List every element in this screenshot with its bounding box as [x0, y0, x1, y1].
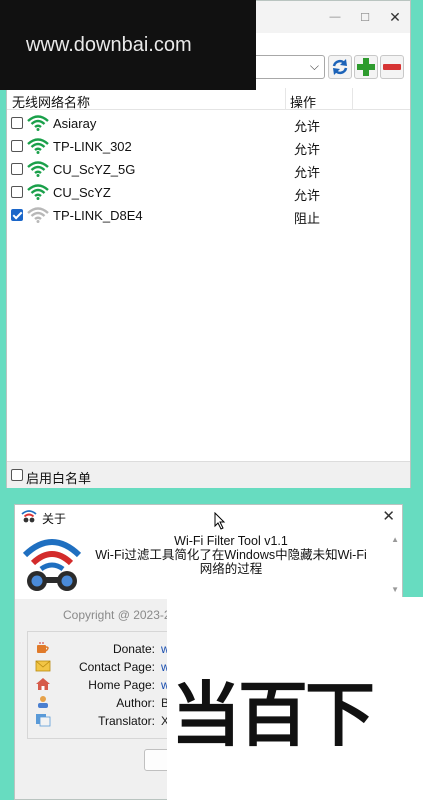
network-row[interactable]: TP-LINK_D8E4 阻止 — [7, 204, 410, 227]
close-button[interactable]: ✕ — [380, 1, 410, 33]
author-label: Author: — [116, 696, 155, 710]
app-logo-icon — [22, 539, 82, 591]
network-row[interactable]: Asiaray 允许 — [7, 112, 410, 135]
list-header: 无线网络名称 操作 — [7, 88, 410, 110]
overlay-watermark: 当百下 — [167, 597, 423, 800]
adapter-select[interactable]: ⌵ — [253, 55, 325, 79]
refresh-button[interactable] — [328, 55, 352, 79]
whitelist-checkbox[interactable] — [11, 469, 23, 481]
network-row[interactable]: CU_ScYZ 允许 — [7, 181, 410, 204]
about-titlebar: 关于 ✕ — [15, 505, 402, 529]
about-title: 关于 — [42, 512, 67, 526]
minimize-button[interactable]: — — [320, 1, 350, 33]
chevron-down-icon: ⌵ — [309, 59, 319, 73]
row-checkbox[interactable] — [11, 186, 23, 198]
about-close-button[interactable]: ✕ — [382, 507, 395, 525]
about-description-block: Wi-Fi Filter Tool v1.1 Wi-Fi过滤工具简化了在Wind… — [91, 534, 371, 576]
row-checkbox[interactable] — [11, 163, 23, 175]
coffee-icon — [37, 642, 49, 653]
network-ssid: Asiaray — [53, 116, 97, 131]
network-ssid: TP-LINK_302 — [53, 139, 132, 154]
whitelist-label[interactable]: 启用白名单 — [26, 468, 91, 487]
wifi-icon — [27, 184, 49, 200]
envelope-icon — [35, 660, 51, 672]
app-icon — [21, 510, 37, 523]
wifi-icon — [27, 161, 49, 177]
network-ssid: TP-LINK_D8E4 — [53, 208, 143, 223]
network-action: 允许 — [294, 142, 321, 157]
network-row[interactable]: TP-LINK_302 允许 — [7, 135, 410, 158]
column-header-name[interactable]: 无线网络名称 — [12, 92, 90, 111]
add-network-button[interactable] — [354, 55, 378, 79]
about-header: Wi-Fi Filter Tool v1.1 Wi-Fi过滤工具简化了在Wind… — [15, 529, 402, 599]
network-ssid: CU_ScYZ_5G — [53, 162, 136, 177]
row-checkbox[interactable] — [11, 140, 23, 152]
network-action: 允许 — [294, 188, 321, 203]
translator-label: Translator: — [98, 714, 155, 728]
watermark-banner: www.downbai.com — [0, 0, 256, 90]
plus-icon — [357, 58, 375, 76]
info-row-donate: Donate: w — [15, 640, 175, 658]
refresh-icon — [332, 59, 348, 75]
mouse-cursor-icon — [214, 512, 226, 530]
network-action: 允许 — [294, 165, 321, 180]
watermark-text: www.downbai.com — [26, 33, 192, 56]
minus-icon — [383, 64, 401, 70]
scroll-down-arrow-icon[interactable]: ▼ — [391, 585, 399, 594]
column-header-action[interactable]: 操作 — [290, 92, 316, 111]
donate-label: Donate: — [112, 642, 155, 656]
column-divider[interactable] — [285, 88, 286, 110]
info-row-home: Home Page: w — [15, 676, 175, 694]
info-row-author: Author: B — [15, 694, 175, 712]
info-row-translator: Translator: X — [15, 712, 175, 730]
network-action: 允许 — [294, 119, 321, 134]
contact-label: Contact Page: — [78, 660, 155, 674]
home-label: Home Page: — [88, 678, 155, 692]
app-description: Wi-Fi过滤工具简化了在Windows中隐藏未知Wi-Fi网络的过程 — [95, 548, 367, 576]
wifi-icon — [27, 207, 49, 223]
wifi-icon — [27, 115, 49, 131]
maximize-button[interactable]: ☐ — [350, 1, 380, 33]
network-ssid: CU_ScYZ — [53, 185, 111, 200]
app-name: Wi-Fi Filter Tool v1.1 — [174, 534, 288, 548]
column-divider[interactable] — [352, 88, 353, 110]
footer-bar: 启用白名单 — [7, 461, 410, 488]
remove-network-button[interactable] — [380, 55, 404, 79]
row-checkbox[interactable] — [11, 117, 23, 129]
info-row-contact: Contact Page: w — [15, 658, 175, 676]
translator-icon — [36, 714, 51, 727]
scroll-up-arrow-icon[interactable]: ▲ — [391, 535, 399, 544]
home-icon — [36, 678, 50, 690]
copyright-text: Copyright @ 2023-2 — [63, 608, 171, 622]
network-row[interactable]: CU_ScYZ_5G 允许 — [7, 158, 410, 181]
network-action: 阻止 — [294, 211, 321, 226]
row-checkbox[interactable] — [11, 209, 23, 221]
overlay-watermark-text: 当百下 — [171, 674, 375, 756]
wifi-icon — [27, 138, 49, 154]
author-icon — [38, 696, 48, 708]
